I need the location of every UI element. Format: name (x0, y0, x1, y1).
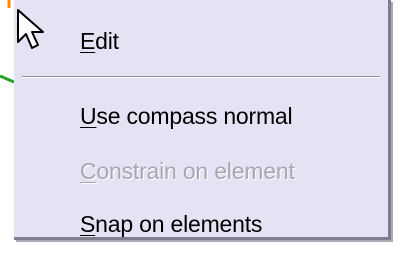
menu-item-edit-label: dit (95, 27, 119, 54)
menu-item-snap-on-elements-accel: S (80, 210, 96, 237)
menu-item-edit[interactable]: Edit (14, 20, 388, 62)
menu-separator (22, 76, 380, 78)
menu-item-constrain-on-element-label: onstrain on element (96, 157, 295, 184)
context-menu: Edit Use compass normal Constrain on ele… (14, 0, 391, 240)
menu-item-constrain-on-element: Constrain on element (14, 150, 388, 192)
arrow-cursor-icon (17, 9, 44, 49)
menu-item-edit-accel: E (80, 27, 96, 54)
menu-item-use-compass-normal-label: se compass normal (96, 102, 293, 129)
menu-item-use-compass-normal-accel: U (80, 102, 97, 129)
menu-item-use-compass-normal[interactable]: Use compass normal (14, 95, 388, 137)
canvas-area: Edit Use compass normal Constrain on ele… (0, 0, 403, 254)
menu-item-snap-on-elements[interactable]: Snap on elements (14, 203, 388, 245)
green-geometry-stroke (0, 74, 15, 84)
menu-item-constrain-on-element-accel: C (80, 157, 97, 184)
menu-item-snap-on-elements-label: nap on elements (95, 210, 263, 237)
